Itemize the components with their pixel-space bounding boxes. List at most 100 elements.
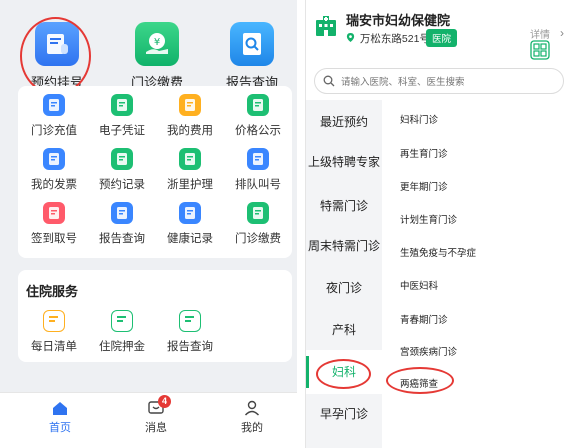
inpatient-item-daily-list[interactable]: 每日清单 bbox=[20, 310, 88, 354]
category-item[interactable]: 产科 bbox=[306, 308, 382, 352]
grid-item-label: 我的费用 bbox=[167, 125, 213, 137]
grid-item-health-record[interactable]: 健康记录 bbox=[156, 202, 224, 246]
checkin-icon bbox=[43, 202, 65, 224]
category-label: 周末特需门诊 bbox=[307, 239, 380, 253]
inpatient-item-label: 住院押金 bbox=[99, 341, 145, 353]
category-item[interactable]: 最近预约 bbox=[306, 100, 382, 144]
category-item[interactable]: 夜门诊 bbox=[306, 266, 382, 310]
nursing-icon bbox=[179, 148, 201, 170]
report-icon bbox=[111, 202, 133, 224]
queue-icon bbox=[247, 148, 269, 170]
highlight-circle-screening bbox=[386, 367, 454, 394]
grid-item-label: 预约记录 bbox=[99, 179, 145, 191]
message-icon: 4 bbox=[147, 395, 171, 417]
search-bar[interactable] bbox=[314, 68, 564, 94]
grid-item-label: 我的发票 bbox=[31, 179, 77, 191]
sub-department-item[interactable]: 中医妇科 bbox=[400, 278, 438, 292]
search-icon bbox=[323, 75, 335, 87]
sub-department-item[interactable]: 更年期门诊 bbox=[400, 179, 448, 193]
bottom-tab-bar: 首页 4 消息 我的 bbox=[0, 392, 297, 448]
grid-item-report[interactable]: 报告查询 bbox=[88, 202, 156, 246]
grid-item-label: 门诊充值 bbox=[31, 125, 77, 137]
hospital-tag: 医院 bbox=[426, 29, 458, 47]
sub-department-item[interactable]: 计划生育门诊 bbox=[400, 212, 457, 226]
hospital-header: 瑞安市妇幼保健院 万松东路521号 医院 详情 › bbox=[306, 0, 571, 60]
category-label: 夜门诊 bbox=[325, 281, 362, 295]
grid-item-label: 排队叫号 bbox=[235, 179, 281, 191]
calendar-icon bbox=[111, 148, 133, 170]
sub-department-item[interactable]: 宫颈疾病门诊 bbox=[400, 344, 457, 358]
inpatient-card: 住院服务 每日清单 住院押金 报告查询 bbox=[18, 270, 292, 362]
fee-icon bbox=[179, 94, 201, 116]
grid-item-invoice[interactable]: 我的发票 bbox=[20, 148, 88, 192]
report-search-shortcut[interactable]: 报告查询 bbox=[207, 8, 297, 91]
tab-mine[interactable]: 我的 bbox=[222, 399, 282, 435]
svg-text:¥: ¥ bbox=[154, 37, 160, 48]
inpatient-item-label: 每日清单 bbox=[31, 341, 77, 353]
grid-item-checkin[interactable]: 签到取号 bbox=[20, 202, 88, 246]
price-icon bbox=[247, 94, 269, 116]
recharge-icon bbox=[43, 94, 65, 116]
highlight-circle-gynecology bbox=[316, 359, 371, 389]
grid-item-label: 电子凭证 bbox=[99, 125, 145, 137]
category-item[interactable]: 早孕门诊 bbox=[306, 392, 382, 436]
grid-item-label: 价格公示 bbox=[235, 125, 281, 137]
category-label: 产科 bbox=[331, 323, 356, 337]
deposit-icon bbox=[111, 310, 133, 332]
tab-messages[interactable]: 4 消息 bbox=[126, 395, 186, 435]
report-search-icon bbox=[230, 22, 274, 66]
sub-department-item[interactable]: 妇科门诊 bbox=[400, 112, 438, 126]
grid-item-clinic-pay[interactable]: 门诊缴费 bbox=[224, 202, 292, 246]
category-item[interactable]: 特需门诊 bbox=[306, 184, 382, 228]
search-input[interactable] bbox=[341, 73, 556, 91]
chevron-right-icon[interactable]: › bbox=[560, 26, 564, 40]
grid-item-label: 浙里护理 bbox=[167, 179, 213, 191]
grid-item-label: 签到取号 bbox=[31, 233, 77, 245]
location-pin-icon bbox=[346, 33, 355, 42]
inpatient-title: 住院服务 bbox=[26, 284, 79, 299]
hospital-name: 瑞安市妇幼保健院 bbox=[346, 13, 451, 28]
category-item[interactable]: 上级特聘专家 bbox=[306, 140, 382, 184]
sub-department-item[interactable]: 青春期门诊 bbox=[400, 312, 448, 326]
highlight-circle-appointment bbox=[20, 17, 91, 95]
service-grid-card: 门诊充值 电子凭证 我的费用 价格公示我的发票 预约记录 浙里护理 排队叫号签到取号 报告查询… bbox=[18, 86, 292, 258]
active-indicator bbox=[306, 356, 309, 388]
category-label: 特需门诊 bbox=[319, 199, 368, 213]
inpatient-item-inpatient-report[interactable]: 报告查询 bbox=[156, 310, 224, 354]
invoice-icon bbox=[43, 148, 65, 170]
grid-item-fee[interactable]: 我的费用 bbox=[156, 94, 224, 138]
health-card-icon bbox=[111, 94, 133, 116]
daily-list-icon bbox=[43, 310, 65, 332]
grid-item-calendar[interactable]: 预约记录 bbox=[88, 148, 156, 192]
grid-item-label: 健康记录 bbox=[167, 233, 213, 245]
grid-item-health-card[interactable]: 电子凭证 bbox=[88, 94, 156, 138]
grid-item-label: 报告查询 bbox=[99, 233, 145, 245]
left-panel: 预约挂号 ¥ 门诊缴费 报告查询 门诊充值 电子凭证 我的费用 价格公示 我的发票 预约记… bbox=[0, 0, 297, 448]
inpatient-item-deposit[interactable]: 住院押金 bbox=[88, 310, 156, 354]
health-record-icon bbox=[179, 202, 201, 224]
tab-messages-label: 消息 bbox=[145, 422, 167, 434]
grid-item-nursing[interactable]: 浙里护理 bbox=[156, 148, 224, 192]
payment-shortcut[interactable]: ¥ 门诊缴费 bbox=[112, 8, 202, 91]
tab-home[interactable]: 首页 bbox=[30, 399, 90, 435]
tab-home-label: 首页 bbox=[49, 422, 71, 434]
qr-code-icon[interactable] bbox=[530, 40, 550, 60]
message-badge: 4 bbox=[158, 395, 171, 408]
category-label: 最近预约 bbox=[319, 115, 368, 129]
grid-item-recharge[interactable]: 门诊充值 bbox=[20, 94, 88, 138]
home-icon bbox=[51, 399, 69, 417]
detail-link[interactable]: 详情 bbox=[530, 26, 550, 41]
hospital-address: 万松东路521号 bbox=[359, 33, 430, 45]
sub-department-item[interactable]: 生殖免疫与不孕症 bbox=[400, 245, 476, 259]
grid-item-queue[interactable]: 排队叫号 bbox=[224, 148, 292, 192]
right-panel: 瑞安市妇幼保健院 万松东路521号 医院 详情 › 最近预约上级特聘专家特需门诊… bbox=[305, 0, 571, 448]
hospital-address-row: 万松东路521号 bbox=[346, 31, 430, 46]
clinic-pay-icon bbox=[247, 202, 269, 224]
sub-department-item[interactable]: 再生育门诊 bbox=[400, 146, 448, 160]
category-item[interactable]: 周末特需门诊 bbox=[306, 224, 382, 268]
grid-item-price[interactable]: 价格公示 bbox=[224, 94, 292, 138]
user-icon bbox=[243, 399, 261, 417]
tab-mine-label: 我的 bbox=[241, 422, 263, 434]
category-label: 上级特聘专家 bbox=[307, 155, 380, 169]
inpatient-report-icon bbox=[179, 310, 201, 332]
